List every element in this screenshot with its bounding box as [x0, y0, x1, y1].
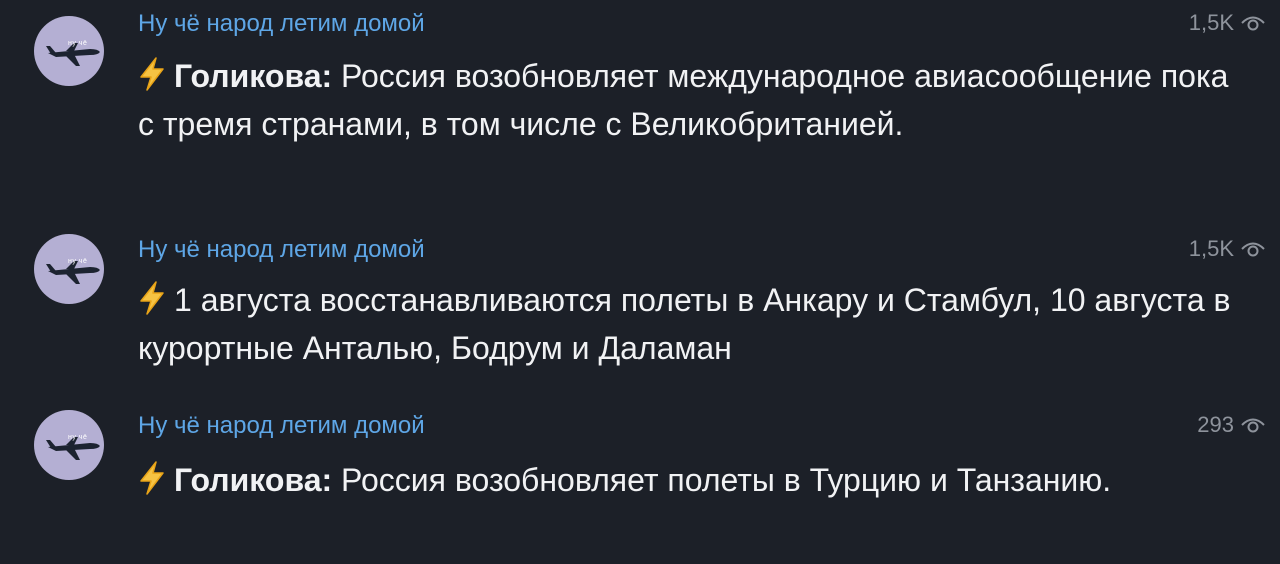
view-count-value: 1,5K: [1188, 236, 1234, 261]
view-count-value: 293: [1197, 412, 1234, 437]
channel-name[interactable]: Ну чё народ летим домой: [138, 10, 425, 38]
eye-icon: [1241, 242, 1265, 257]
view-count: 1,5K: [1189, 236, 1266, 262]
channel-avatar[interactable]: ну чё: [34, 410, 104, 480]
view-count-value: 1,5K: [1188, 10, 1234, 35]
message-body: Россия возобновляет полеты в Турцию и Та…: [332, 462, 1112, 498]
channel-name[interactable]: Ну чё народ летим домой: [138, 236, 425, 264]
lightning-bolt-icon: [140, 461, 164, 495]
message-text: Голикова: Россия возобновляет полеты в Т…: [138, 456, 1248, 504]
avatar-tag: ну чё: [68, 258, 88, 265]
view-count: 1,5K: [1189, 10, 1266, 36]
airplane-icon: [46, 437, 100, 460]
message-bold-lead: Голикова:: [174, 58, 333, 94]
lightning-bolt-icon: [140, 57, 164, 91]
message-feed: ну чё Ну чё народ летим домой 1,5K Голик…: [0, 0, 1280, 564]
avatar-tag: ну чё: [68, 434, 88, 441]
message-text: Голикова: Россия возобновляет международ…: [138, 52, 1248, 148]
airplane-icon: [46, 261, 100, 284]
message-bold-lead: Голикова:: [174, 462, 333, 498]
avatar-tag: ну чё: [68, 40, 88, 47]
lightning-bolt-icon: [140, 281, 164, 315]
channel-avatar[interactable]: ну чё: [34, 234, 104, 304]
channel-name[interactable]: Ну чё народ летим домой: [138, 412, 425, 440]
message-text: 1 августа восстанавливаются полеты в Анк…: [138, 276, 1248, 372]
eye-icon: [1241, 16, 1265, 31]
channel-avatar[interactable]: ну чё: [34, 16, 104, 86]
message-body: 1 августа восстанавливаются полеты в Анк…: [138, 282, 1231, 366]
view-count: 293: [1197, 412, 1266, 438]
eye-icon: [1241, 418, 1265, 433]
airplane-icon: [46, 43, 100, 66]
